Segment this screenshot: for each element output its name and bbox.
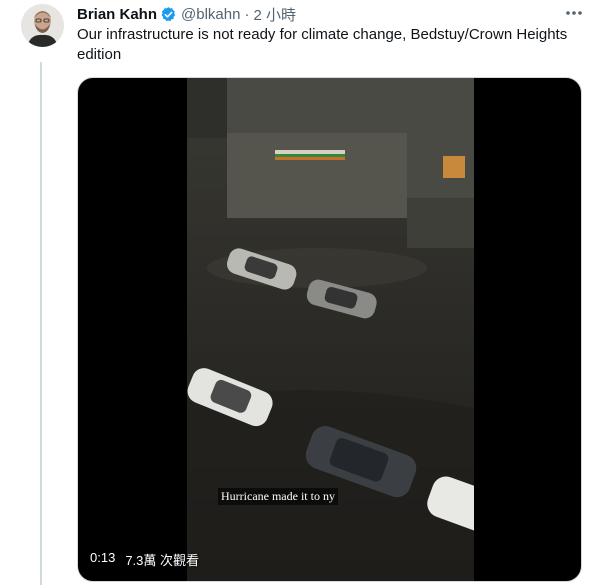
tweet-text: Our infrastructure is not ready for clim… [77, 26, 568, 63]
video-player[interactable]: Hurricane made it to ny 0:13 7.3萬 次觀看 [77, 77, 582, 582]
more-options-icon [566, 11, 582, 15]
verified-badge-icon [160, 6, 177, 23]
video-meta: 0:13 7.3萬 次觀看 [90, 550, 199, 569]
video-frame [187, 78, 474, 581]
thread-line [40, 62, 42, 585]
video-views: 7.3萬 次觀看 [125, 553, 199, 568]
video-duration: 0:13 [90, 550, 116, 565]
tweet-timestamp[interactable]: 2 小時 [253, 4, 296, 25]
video-caption: Hurricane made it to ny [218, 488, 338, 505]
author-handle[interactable]: @blkahn [181, 6, 240, 23]
author-name[interactable]: Brian Kahn [77, 6, 157, 23]
avatar[interactable] [21, 4, 64, 47]
separator-dot: · [244, 5, 250, 23]
more-options-button[interactable] [563, 3, 585, 23]
tweet-header: Brian Kahn @blkahn · 2 小時 [77, 4, 296, 24]
